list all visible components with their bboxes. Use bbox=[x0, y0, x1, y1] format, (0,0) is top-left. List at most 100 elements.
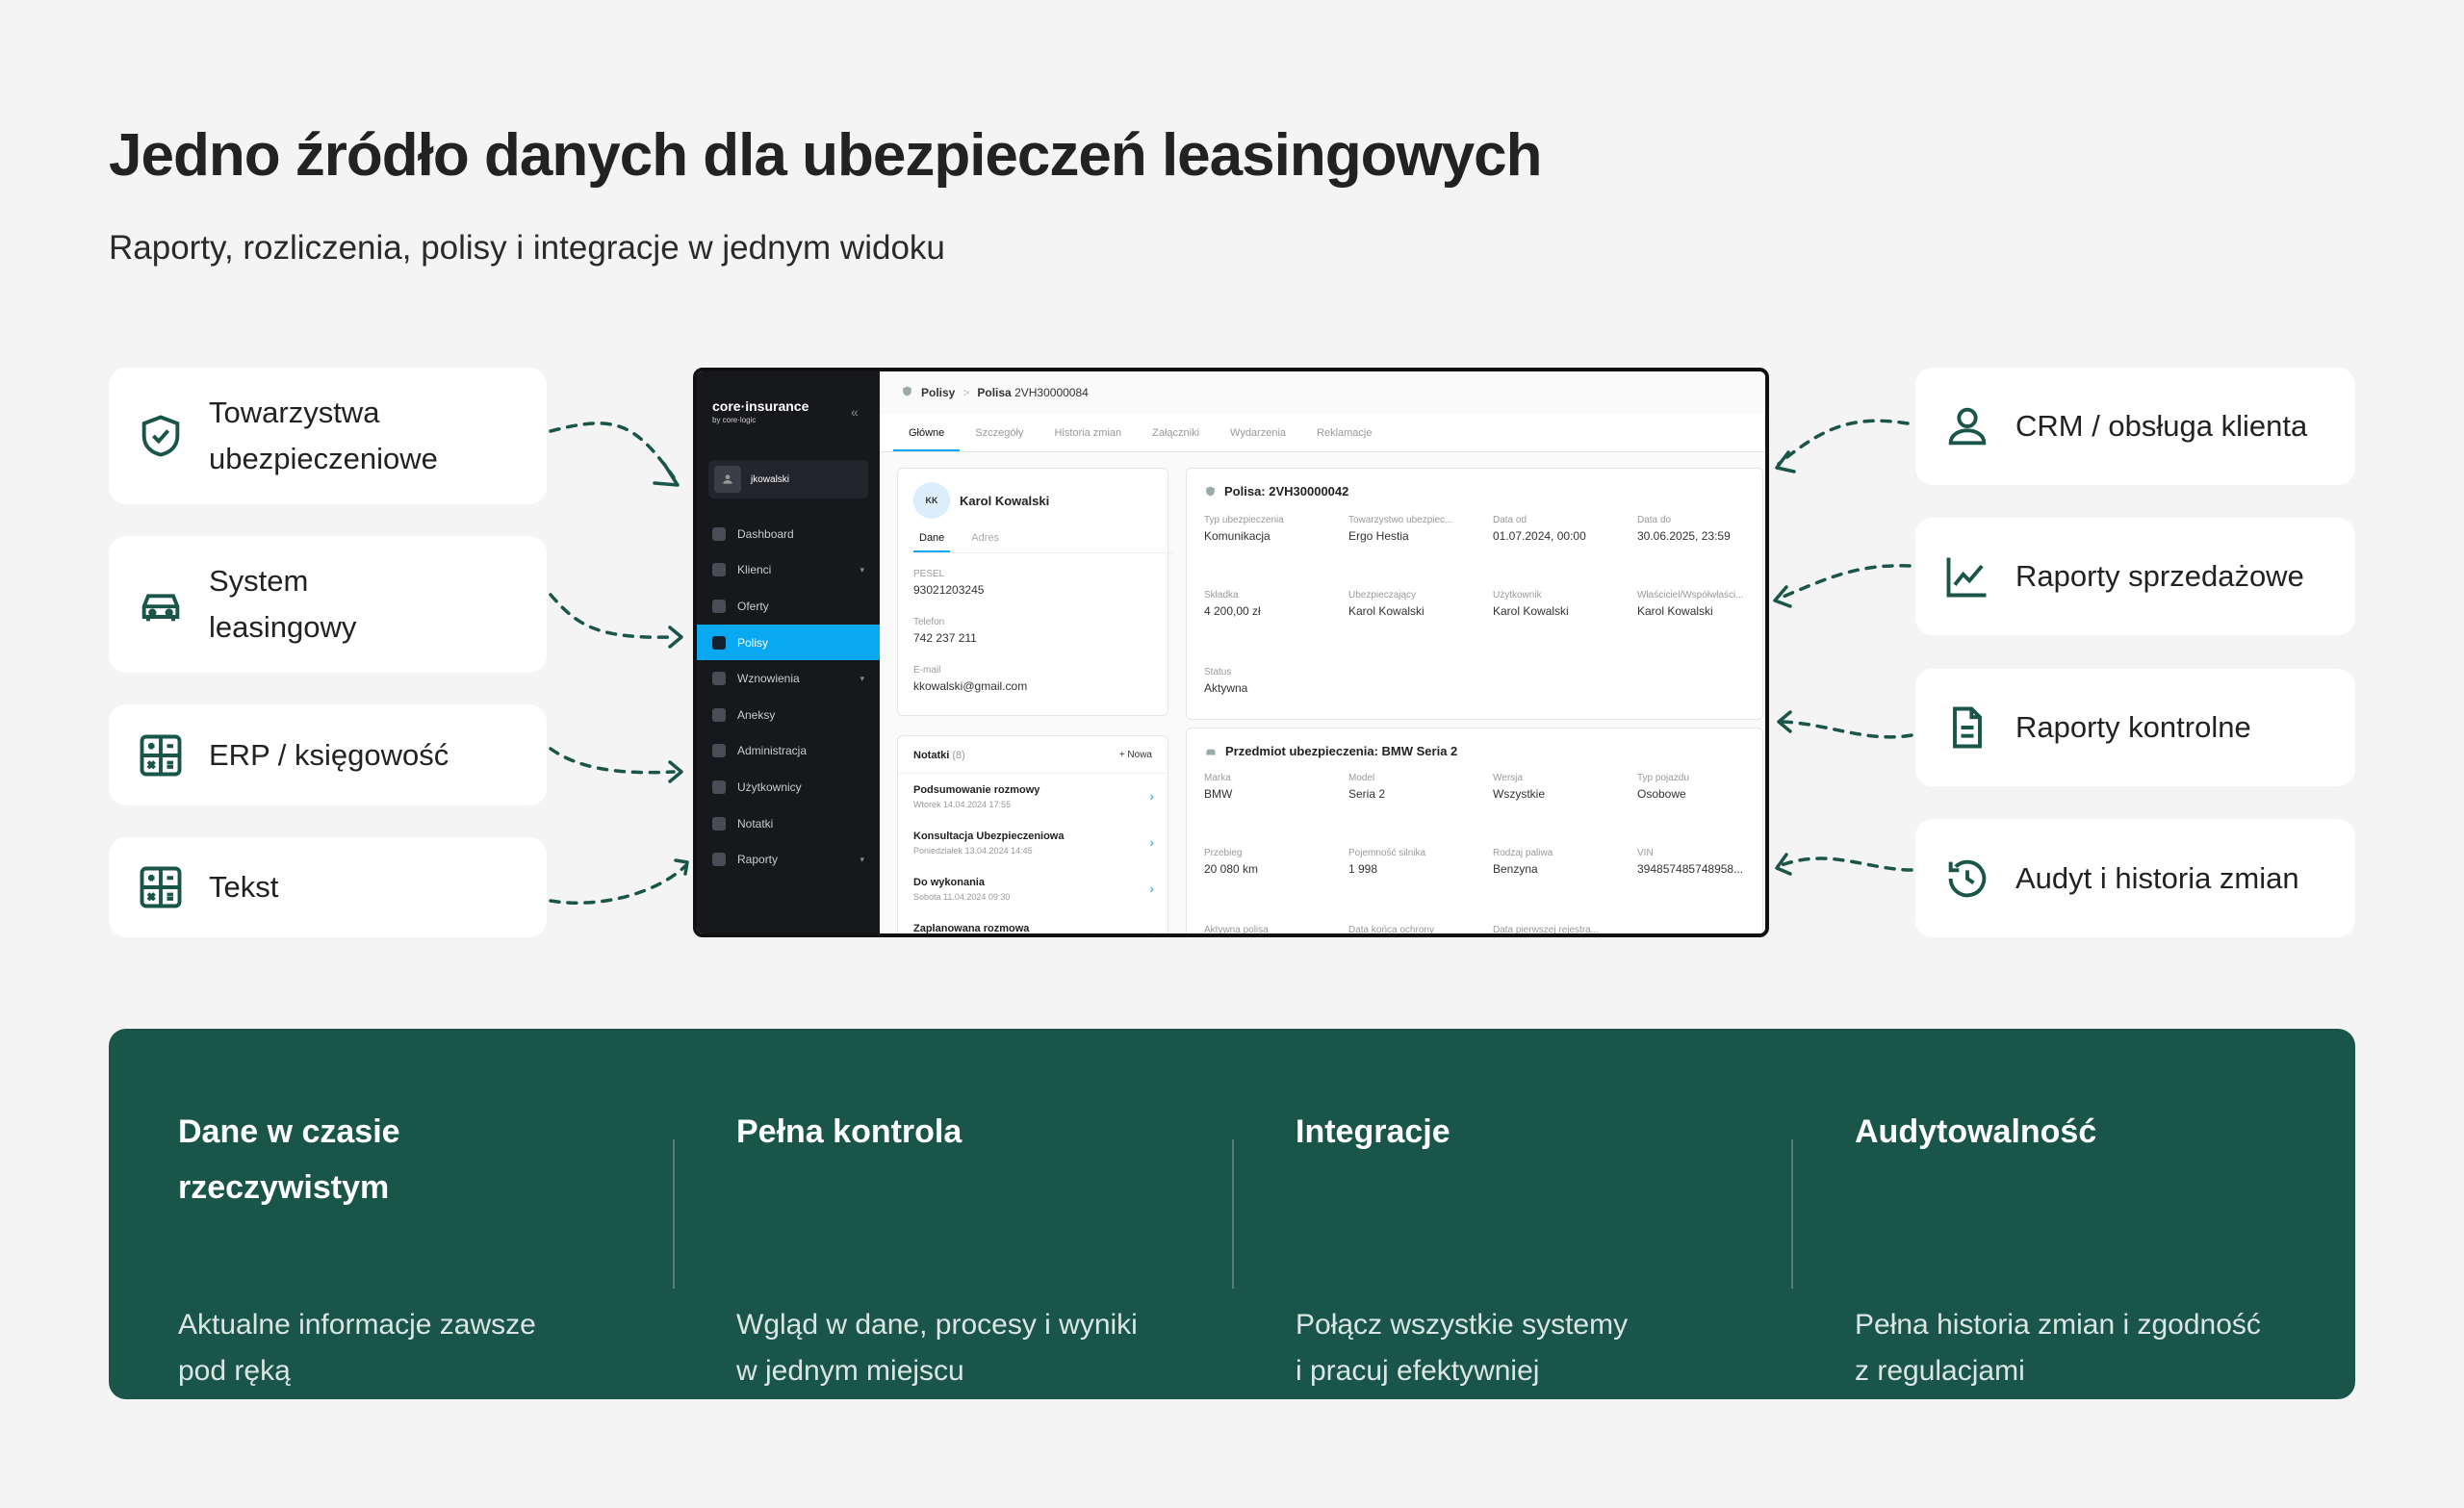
feature-control: Pełna kontrola Wgląd w dane, procesy i w… bbox=[736, 1113, 1138, 1387]
car-icon bbox=[136, 579, 186, 629]
username: jkowalski bbox=[751, 473, 790, 485]
subtab-dane[interactable]: Dane bbox=[913, 532, 951, 552]
field-cell: Data końca ochrony bbox=[1348, 925, 1434, 935]
arrowhead-insurers bbox=[653, 462, 680, 487]
page-title: Jedno źródło danych dla ubezpieczeń leas… bbox=[109, 122, 1543, 189]
field-cell: Rodzaj paliwa Benzyna bbox=[1493, 848, 1553, 876]
sidebar-item-6[interactable]: Administracja bbox=[697, 733, 880, 770]
card-text: Tekst bbox=[109, 837, 547, 937]
arrow-erp bbox=[549, 747, 676, 775]
divider bbox=[1232, 1139, 1234, 1289]
arrowhead-audit bbox=[1775, 853, 1792, 876]
arrowhead-text bbox=[674, 858, 689, 876]
card-label: Towarzystwa ubezpieczeniowe bbox=[209, 396, 438, 475]
sidebar-item-5[interactable]: Aneksy bbox=[697, 697, 880, 733]
arrow-sales bbox=[1777, 564, 1912, 601]
card-label: System leasingowy bbox=[209, 564, 357, 644]
sidebar-item-label: Raporty bbox=[737, 853, 779, 867]
card-control-reports: Raporty kontrolne bbox=[1915, 669, 2355, 786]
sidebar-item-label: Wznowienia bbox=[737, 672, 800, 686]
sidebar-item-label: Użytkownicy bbox=[737, 780, 802, 794]
brand-logo: core·insurance bbox=[712, 398, 809, 414]
note-item[interactable]: Do wykonania Sobota 11.04.2024 09:30 › bbox=[913, 877, 1154, 902]
shield-icon bbox=[1206, 486, 1215, 497]
nav-icon bbox=[712, 635, 726, 650]
new-note-button[interactable]: + Nowa bbox=[1119, 750, 1152, 760]
card-label: Audyt i historia zmian bbox=[2015, 860, 2299, 895]
field-phone: Telefon 742 237 211 bbox=[913, 617, 977, 645]
field-cell: Przebieg 20 080 km bbox=[1204, 848, 1259, 876]
tab-3[interactable]: Załączniki bbox=[1137, 414, 1215, 451]
field-cell: VIN 394857485748958... bbox=[1637, 848, 1744, 876]
chevron-right-icon: › bbox=[1149, 927, 1154, 937]
sidebar-item-9[interactable]: Raporty ▾ bbox=[697, 841, 880, 878]
field-cell: Data pierwszej rejestra... bbox=[1493, 925, 1600, 935]
arrowhead-erp bbox=[668, 760, 683, 783]
card-label: ERP / księgowość bbox=[209, 737, 449, 772]
arrow-text bbox=[549, 864, 687, 905]
user-box[interactable]: jkowalski bbox=[708, 460, 868, 498]
breadcrumb-separator: > bbox=[962, 386, 970, 399]
arrowhead-sales bbox=[1773, 585, 1792, 608]
arrow-audit bbox=[1777, 856, 1913, 872]
insured-subject-panel: Przedmiot ubezpieczenia: BMW Seria 2 Mar… bbox=[1186, 728, 1763, 935]
notes-title: Notatki (8) bbox=[913, 750, 965, 761]
tab-5[interactable]: Reklamacje bbox=[1301, 414, 1387, 451]
sidebar-item-label: Administracja bbox=[737, 744, 808, 758]
field-cell: Użytkownik Karol Kowalski bbox=[1493, 590, 1569, 618]
card-leasing-system: System leasingowy bbox=[109, 536, 547, 673]
sidebar-item-label: Aneksy bbox=[737, 707, 776, 722]
note-item[interactable]: Zaplanowana rozmowa › bbox=[913, 923, 1154, 937]
arrow-control bbox=[1781, 720, 1913, 739]
main-content: Polisy > Polisa 2VH30000084 Główne Szczeg… bbox=[880, 371, 1765, 933]
page-subtitle: Raporty, rozliczenia, polisy i integracj… bbox=[109, 229, 945, 267]
sidebar-item-0[interactable]: Dashboard bbox=[697, 516, 880, 552]
field-cell: Data do 30.06.2025, 23:59 bbox=[1637, 515, 1731, 543]
sidebar-item-2[interactable]: Oferty bbox=[697, 588, 880, 625]
arrowhead-crm bbox=[1775, 450, 1796, 473]
divider bbox=[1791, 1139, 1793, 1289]
breadcrumb-root[interactable]: Polisy bbox=[921, 386, 955, 399]
app-mockup: core·insurance by core·logic « jkowalski… bbox=[693, 368, 1769, 937]
field-cell: Data od 01.07.2024, 00:00 bbox=[1493, 515, 1586, 543]
nav-icon bbox=[712, 744, 726, 758]
arrowhead-control bbox=[1777, 710, 1792, 733]
field-cell: Właściciel/Współwłaści... Karol Kowalski bbox=[1637, 590, 1744, 618]
breadcrumb: Polisy > Polisa 2VH30000084 bbox=[901, 385, 1089, 400]
feature-realtime: Dane w czasie rzeczywistym Aktualne info… bbox=[178, 1113, 536, 1387]
tab-1[interactable]: Szczegóły bbox=[960, 414, 1039, 451]
chevron-down-icon: ▾ bbox=[860, 564, 864, 575]
subtab-adres[interactable]: Adres bbox=[971, 532, 999, 552]
note-item[interactable]: Konsultacja Ubezpieczeniowa Poniedziałek … bbox=[913, 831, 1154, 856]
chevron-right-icon: › bbox=[1149, 834, 1154, 850]
policy-title: Polisa: 2VH30000042 bbox=[1204, 484, 1348, 498]
calculator-icon bbox=[136, 862, 186, 912]
client-panel: KK Karol Kowalski Dane Adres PESEL 930212… bbox=[897, 468, 1173, 716]
field-pesel: PESEL 93021203245 bbox=[913, 569, 985, 597]
card-sales-reports: Raporty sprzedażowe bbox=[1915, 518, 2355, 635]
sidebar-item-label: Polisy bbox=[737, 635, 769, 650]
card-audit: Audyt i historia zmian bbox=[1915, 819, 2355, 937]
field-cell: Ubezpieczający Karol Kowalski bbox=[1348, 590, 1424, 618]
sidebar-item-4[interactable]: Wznowienia ▾ bbox=[697, 660, 880, 697]
tab-4[interactable]: Wydarzenia bbox=[1215, 414, 1301, 451]
sidebar-item-label: Oferty bbox=[737, 599, 769, 613]
tab-0[interactable]: Główne bbox=[893, 414, 961, 451]
client-name: Karol Kowalski bbox=[960, 493, 1050, 508]
tab-2[interactable]: Historia zmian bbox=[1039, 414, 1137, 451]
field-cell: Model Seria 2 bbox=[1348, 773, 1386, 801]
note-item[interactable]: Podsumowanie rozmowy Wtorek 14.04.2024 17… bbox=[913, 784, 1154, 809]
nav-icon bbox=[712, 707, 726, 722]
card-erp: ERP / księgowość bbox=[109, 704, 547, 805]
arrow-crm bbox=[1777, 419, 1910, 466]
line-chart-icon bbox=[1942, 551, 1992, 601]
card-insurers: Towarzystwa ubezpieczeniowe bbox=[109, 368, 547, 504]
sidebar-item-8[interactable]: Notatki bbox=[697, 805, 880, 842]
sidebar-item-1[interactable]: Klienci ▾ bbox=[697, 552, 880, 589]
collapse-sidebar-button[interactable]: « bbox=[851, 404, 859, 420]
field-cell: Status Aktywna bbox=[1204, 667, 1248, 695]
sidebar-item-3[interactable]: Polisy bbox=[697, 624, 880, 661]
car-icon bbox=[1206, 749, 1216, 754]
sidebar-item-7[interactable]: Użytkownicy bbox=[697, 769, 880, 805]
client-header: KK Karol Kowalski bbox=[913, 482, 1049, 519]
